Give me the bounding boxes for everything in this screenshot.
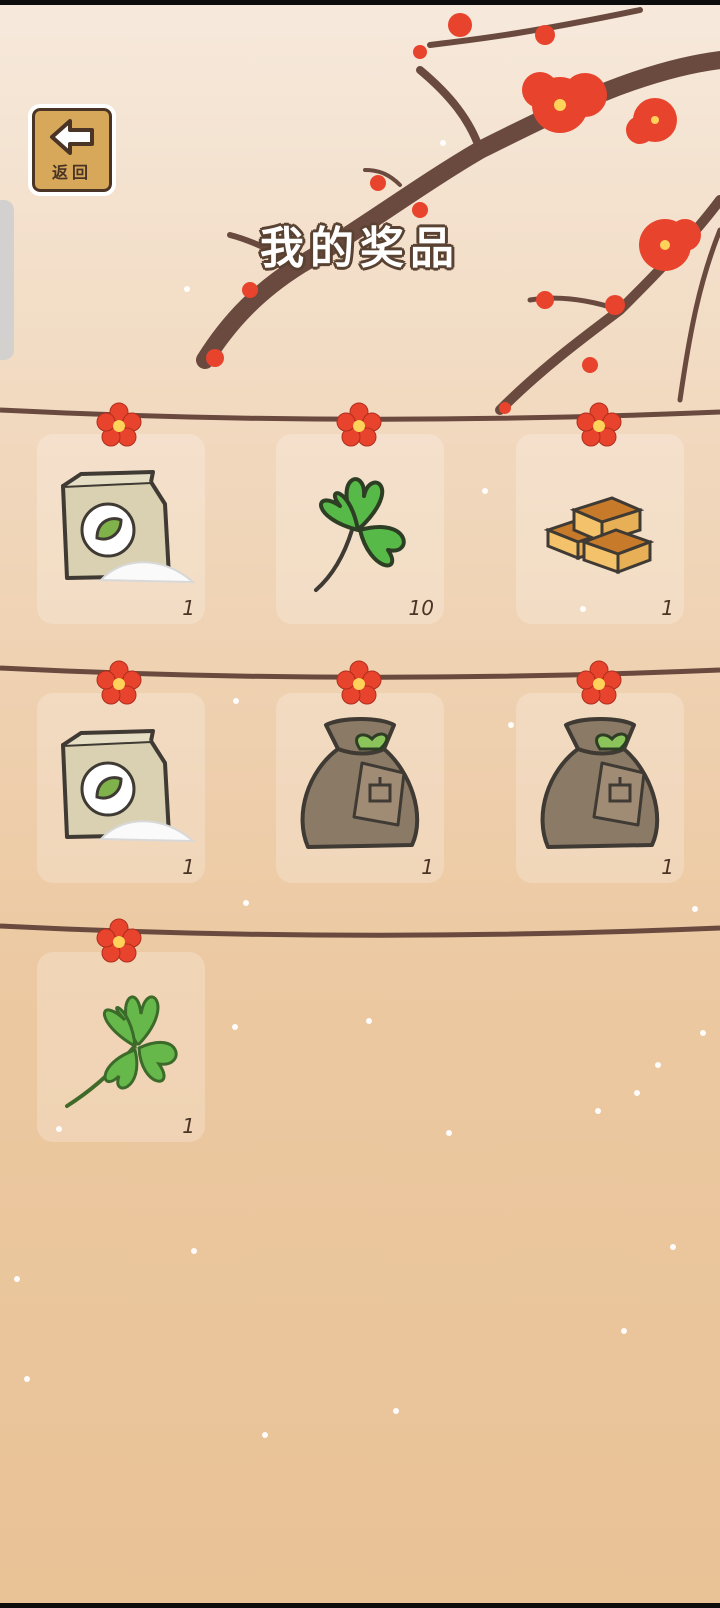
snow-dot: [670, 1244, 676, 1250]
flower-icon: [576, 660, 622, 705]
snow-dot: [446, 1130, 452, 1136]
snow-dot: [692, 906, 698, 912]
snow-dot: [482, 488, 488, 494]
back-button-label: 返回: [51, 163, 92, 182]
snow-dot: [191, 1248, 197, 1254]
snow-dot: [634, 1090, 640, 1096]
seed-bag-icon: [540, 717, 660, 849]
prize-card-flour[interactable]: 1: [37, 434, 205, 624]
prize-card-castella[interactable]: 1: [516, 434, 684, 624]
snow-dot: [232, 1024, 238, 1030]
snow-dot: [24, 1376, 30, 1382]
item-count: 1: [421, 855, 434, 879]
prize-card-seed-bag[interactable]: 1: [276, 693, 444, 883]
back-arrow-icon: [50, 119, 94, 155]
flour-bag-icon: [61, 470, 196, 584]
prize-card-flour[interactable]: 1: [37, 693, 205, 883]
navigation-bar: [0, 1603, 720, 1608]
flower-icon: [336, 402, 382, 447]
snow-dot: [700, 1030, 706, 1036]
snow-dot: [508, 722, 514, 728]
flower-icon: [576, 402, 622, 447]
item-count: 1: [182, 1114, 195, 1138]
status-bar: [0, 0, 720, 5]
snow-dot: [14, 1276, 20, 1282]
snow-dot: [621, 1328, 627, 1334]
snow-dot: [393, 1408, 399, 1414]
snow-dot: [262, 1432, 268, 1438]
prize-card-lucky-clover[interactable]: 1: [37, 952, 205, 1142]
item-count: 10: [408, 596, 434, 620]
snow-dot: [655, 1062, 661, 1068]
flour-bag-icon: [61, 729, 196, 843]
back-button[interactable]: 返回: [28, 104, 116, 196]
snow-dot: [233, 698, 239, 704]
prize-card-clover[interactable]: 10: [276, 434, 444, 624]
item-count: 1: [661, 596, 674, 620]
three-leaf-clover-icon: [314, 477, 406, 592]
prize-card-seed-bag[interactable]: 1: [516, 693, 684, 883]
flower-icon: [96, 918, 142, 963]
snow-dot: [366, 1018, 372, 1024]
snow-dot: [184, 286, 190, 292]
snow-dot: [56, 1126, 62, 1132]
four-leaf-clover-icon: [65, 995, 178, 1108]
snow-dot: [243, 900, 249, 906]
snow-dot: [580, 606, 586, 612]
page-title: 我的奖品: [260, 223, 460, 274]
flower-icon: [336, 660, 382, 705]
item-count: 1: [182, 596, 195, 620]
snow-dot: [595, 1108, 601, 1114]
snow-dot: [440, 140, 446, 146]
seed-bag-icon: [300, 717, 420, 849]
item-count: 1: [182, 855, 195, 879]
flower-icon: [96, 402, 142, 447]
castella-cake-icon: [543, 496, 655, 575]
flower-icon: [96, 660, 142, 705]
item-count: 1: [661, 855, 674, 879]
